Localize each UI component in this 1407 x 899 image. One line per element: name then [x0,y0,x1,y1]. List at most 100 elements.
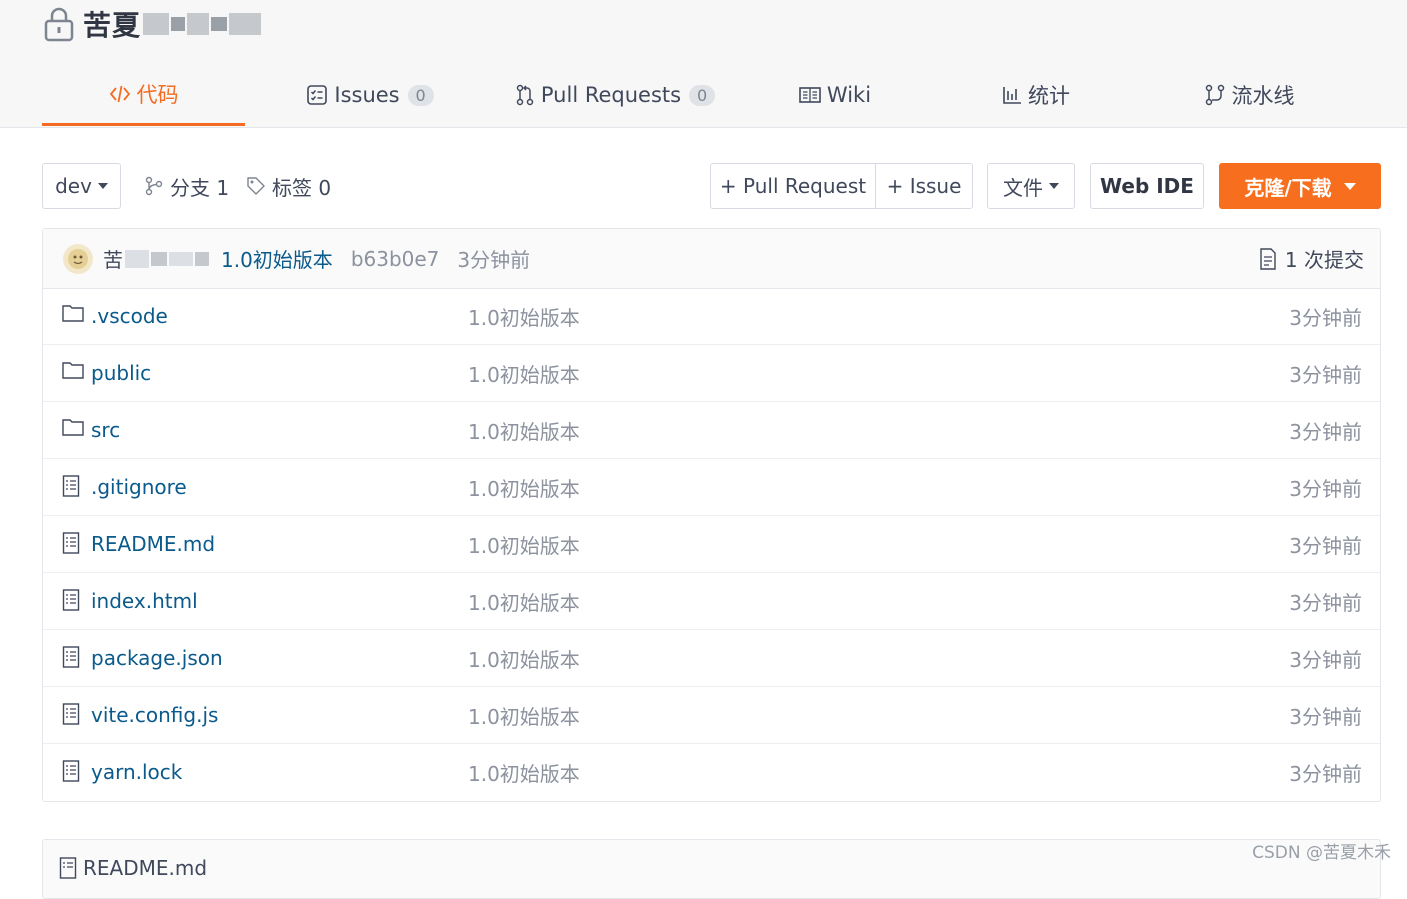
file-name[interactable]: yarn.lock [91,760,182,784]
commit-count-label: 1 次提交 [1284,248,1364,272]
table-row[interactable]: public 1.0初始版本 3分钟前 [43,345,1380,402]
new-pull-request-button[interactable]: + Pull Request [710,163,876,209]
folder-icon [62,362,84,379]
file-commit-message[interactable]: 1.0初始版本 [468,359,580,388]
file-icon [62,703,80,725]
file-time: 3分钟前 [1289,761,1362,786]
table-row[interactable]: index.html 1.0初始版本 3分钟前 [43,573,1380,630]
table-row[interactable]: README.md 1.0初始版本 3分钟前 [43,516,1380,573]
file-name[interactable]: src [91,418,120,442]
file-browser: 苦 1.0初始版本 b63b0e7 3分钟前 1 次提交 .vscode 1.0… [42,228,1381,802]
tab-wiki[interactable]: Wiki [735,64,935,126]
file-name[interactable]: .gitignore [91,475,187,499]
web-ide-button[interactable]: Web IDE [1090,163,1204,209]
repo-toolbar: dev 分支 1 标签 0 + Pull Request + Issue 文件 … [42,163,1382,211]
tab-pull-requests[interactable]: Pull Requests 0 [495,64,735,126]
repo-name[interactable]: 苦夏 [83,4,141,44]
tab-label: Wiki [826,83,872,107]
redacted-author [169,251,193,266]
file-time: 3分钟前 [1289,305,1362,330]
repo-title: 苦夏 [43,4,262,44]
chevron-down-icon [1343,182,1356,190]
file-commit-message[interactable]: 1.0初始版本 [468,644,580,673]
tags-link[interactable]: 标签 0 [246,163,331,209]
chevron-down-icon [1049,183,1059,189]
table-row[interactable]: .gitignore 1.0初始版本 3分钟前 [43,459,1380,516]
commit-message[interactable]: 1.0初始版本 [221,244,333,273]
commit-count-link[interactable]: 1 次提交 [1259,229,1364,288]
redacted-author [125,249,149,268]
file-icon [62,589,80,611]
clone-download-button[interactable]: 克隆/下载 [1219,163,1381,209]
table-row[interactable]: package.json 1.0初始版本 3分钟前 [43,630,1380,687]
redacted-author [195,251,209,266]
file-name[interactable]: README.md [91,532,215,556]
readme-title: README.md [59,856,207,880]
tab-pipeline[interactable]: 流水线 [1137,64,1361,126]
tab-label: 代码 [136,82,179,107]
file-name[interactable]: .vscode [91,304,168,328]
redacted-name [187,13,210,35]
file-icon [62,760,80,782]
redacted-name [143,13,170,35]
file-name[interactable]: vite.config.js [91,703,218,727]
code-icon [109,85,130,102]
commit-hash[interactable]: b63b0e7 [351,247,440,271]
avatar[interactable] [63,243,93,274]
new-issue-label: + Issue [886,174,962,198]
tab-statistics[interactable]: 统计 [935,64,1137,126]
branch-select-value: dev [55,174,92,198]
table-row[interactable]: yarn.lock 1.0初始版本 3分钟前 [43,744,1380,800]
file-time: 3分钟前 [1289,533,1362,558]
tab-code[interactable]: 代码 [42,64,245,126]
tab-label: 统计 [1028,84,1070,108]
file-menu-button[interactable]: 文件 [987,163,1075,209]
file-commit-message[interactable]: 1.0初始版本 [468,587,580,616]
file-time: 3分钟前 [1289,704,1362,729]
file-time: 3分钟前 [1289,590,1362,615]
tags-label: 标签 0 [272,175,332,200]
tab-label: 流水线 [1231,84,1295,108]
tab-issues[interactable]: Issues 0 [245,64,495,126]
chevron-down-icon [97,183,108,189]
branch-select[interactable]: dev [42,163,121,209]
redacted-name [229,13,262,35]
branches-link[interactable]: 分支 1 [144,163,229,209]
branch-icon [145,176,163,196]
tab-label: Issues [334,83,400,107]
table-row[interactable]: src 1.0初始版本 3分钟前 [43,402,1380,459]
file-name[interactable]: package.json [91,646,223,670]
file-name[interactable]: index.html [91,589,198,613]
readme-panel: README.md [42,839,1381,899]
file-time: 3分钟前 [1289,647,1362,672]
file-time: 3分钟前 [1289,419,1362,444]
file-name[interactable]: public [91,361,151,385]
file-menu-label: 文件 [1003,175,1043,200]
repo-header: 苦夏 代码 Issues 0 Pull Requests 0 Wiki 统计 流… [0,0,1407,128]
pull-requests-count-badge: 0 [689,84,716,106]
branches-label: 分支 1 [170,175,230,200]
commit-time: 3分钟前 [457,248,531,272]
file-time: 3分钟前 [1289,476,1362,501]
table-row[interactable]: vite.config.js 1.0初始版本 3分钟前 [43,687,1380,744]
file-commit-message[interactable]: 1.0初始版本 [468,302,580,331]
new-issue-button[interactable]: + Issue [875,163,973,209]
book-icon [799,87,821,103]
file-commit-message[interactable]: 1.0初始版本 [468,416,580,445]
file-icon [62,532,80,554]
file-commit-message[interactable]: 1.0初始版本 [468,530,580,559]
redacted-name [211,17,228,31]
folder-icon [62,305,84,322]
file-commit-message[interactable]: 1.0初始版本 [468,701,580,730]
watermark: CSDN @苦夏木禾 [1252,843,1391,863]
tab-label: Pull Requests [540,83,682,107]
pipeline-icon [1205,84,1224,106]
file-icon [59,857,77,879]
repo-tabs: 代码 Issues 0 Pull Requests 0 Wiki 统计 流水线 [42,64,1382,127]
folder-icon [62,419,84,436]
table-row[interactable]: .vscode 1.0初始版本 3分钟前 [43,288,1380,345]
file-commit-message[interactable]: 1.0初始版本 [468,473,580,502]
commit-author[interactable]: 苦 [103,244,123,273]
web-ide-label: Web IDE [1100,174,1194,198]
file-commit-message[interactable]: 1.0初始版本 [468,758,580,787]
